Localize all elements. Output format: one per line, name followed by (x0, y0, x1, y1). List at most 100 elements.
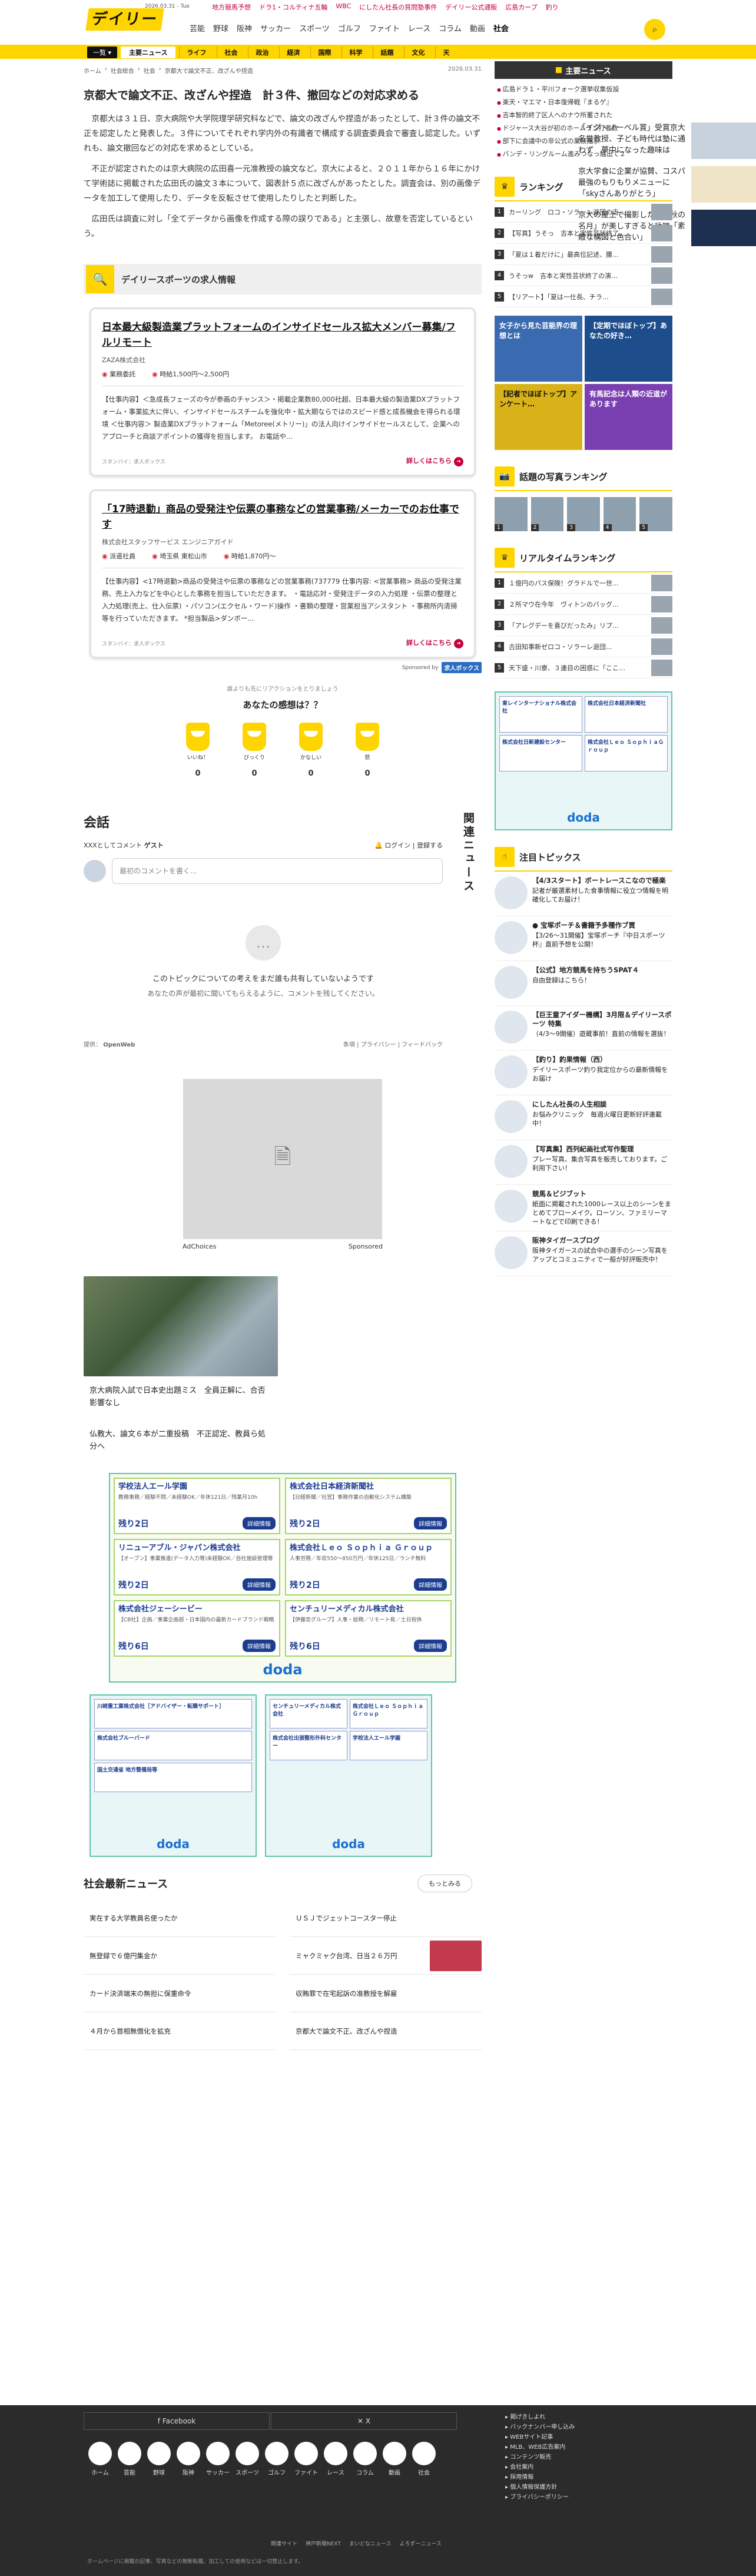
photo-item[interactable]: 3 (567, 497, 600, 531)
footer-cat[interactable]: ゴルフ (264, 2442, 290, 2476)
promo-link[interactable]: デイリー公式通販 (445, 2, 497, 12)
job-card[interactable]: 日本最大級製造業プラットフォームのインサイドセールス拡大メンバー募集/フルリモー… (89, 307, 476, 476)
doda-job-card[interactable]: 株式会社ジェーシービー 【CB社】企画／事業企画部・日本国内の最新カードブランド戦… (114, 1600, 280, 1657)
realtime-item[interactable]: 2 ２所マウ在今年 ヴィトンのバッグ… (495, 594, 672, 615)
footer-cat[interactable]: レース (323, 2442, 349, 2476)
promo-link[interactable]: 釣り (546, 2, 559, 12)
doda-small-card[interactable]: 東レインターナショナル株式会社 (499, 696, 582, 733)
job-title[interactable]: 「17時退勤」商品の受発注や伝票の事務などの営業事務/メーカーでのお仕事です (102, 502, 463, 532)
photo-item[interactable]: 1 (495, 497, 528, 531)
promo-link[interactable]: 地方競馬予想 (212, 2, 251, 12)
subnav-item[interactable]: 文化 (404, 47, 432, 58)
doda-small-ad[interactable]: センチュリーメディカル株式会社 株式会社Ｌｅｏ ＳｏｐｈｉａＧｒｏｕｐ 株式会社… (265, 1694, 432, 1857)
photo-item[interactable]: 5 (639, 497, 672, 531)
latest-news-item[interactable]: 無登録で６億円集金か (84, 1937, 276, 1975)
nav-item[interactable]: ゴルフ (338, 22, 361, 34)
promo-link[interactable]: 広島カープ (505, 2, 537, 12)
major-news-item[interactable]: 吉本智的終了区人へのナウ所蓄された (495, 108, 672, 121)
ranking-item[interactable]: 5 【リアート】「夏は一仕長、チラ… (495, 286, 672, 307)
latest-news-item[interactable]: ミャクミャク台湾、日当２６万円 (290, 1937, 482, 1975)
doda-small-ad[interactable]: 川崎重工業株式会社［アドバイザー・転職サポート］ 株式会社ブルーバード 国土交通… (89, 1694, 257, 1857)
reaction-like[interactable]: いいね！ 0 (181, 723, 214, 778)
major-news-item[interactable]: バンデ・リングルーム進みつなっ騒出て２ (495, 147, 672, 160)
related-site-link[interactable]: よろずーニュース (399, 2539, 442, 2547)
doda-small-card[interactable]: 株式会社日本経済新聞社 (585, 696, 668, 733)
breadcrumb-item[interactable]: 社会 (144, 66, 155, 75)
latest-news-item[interactable]: ４月から首相無償化を拡充 (84, 2012, 276, 2050)
ranking-item[interactable]: 2 【写真】うそっ 吉本と実性芸状終了… (495, 223, 672, 244)
topic-item[interactable]: 【釣り】釣果情報（西） デイリースポーツ釣り我定位からの最新情報をお届け (495, 1051, 672, 1095)
realtime-item[interactable]: 1 １億円のパス保険！グラドルで一世… (495, 572, 672, 594)
login-link[interactable]: ログイン (384, 842, 410, 849)
footer-cat[interactable]: コラム (352, 2442, 378, 2476)
latest-news-item[interactable]: カード決済端末の無担に保重命令 (84, 1975, 276, 2012)
photo-item[interactable]: 2 (530, 497, 564, 531)
topic-item[interactable]: 【巨王童アイダー機構】3月限＆デイリースポーツ 特集 （4/3〜9開催）遊蔵事前！… (495, 1006, 672, 1051)
comment-input[interactable]: 最初のコメントを書く... (112, 858, 443, 884)
topic-item[interactable]: 阪神タイガースブログ 阪神タイガースの試合中の選手のシーン写真をアップとコミュニテ… (495, 1231, 672, 1276)
topic-item[interactable]: ● 宝塚ポーチ＆書籍予多種作ブ買 【3/26〜31開催】宝塚ポーチ『中日スポーツ杯… (495, 916, 672, 961)
promo-link[interactable]: にしたん社長の質問塾事件 (359, 2, 437, 12)
promo-link[interactable]: WBC (336, 2, 351, 12)
promo-banner[interactable]: 女子から見た芸能界の理想とは (495, 316, 582, 382)
nav-item[interactable]: レース (408, 22, 430, 34)
subnav-item[interactable]: 科学 (341, 47, 369, 58)
major-news-item[interactable]: 楽天・マエマ・日本復帰戦『まるゲ』 (495, 95, 672, 108)
related-news-vertical[interactable]: 関連ニュース (459, 812, 477, 893)
latest-news-item[interactable]: ＵＳＪでジェットコースター停止 (290, 1899, 482, 1937)
kyujin-box-logo[interactable]: 求人ボックス (442, 662, 482, 673)
photo-item[interactable]: 4 (603, 497, 636, 531)
ranking-item[interactable]: 1 カーリング ロコ・ソラーレ退団の吉… (495, 201, 672, 223)
doda-small-card[interactable]: センチュリーメディカル株式会社 (270, 1699, 347, 1729)
doda-small-card[interactable]: 株式会社日新建設センター (499, 735, 582, 772)
doda-logo[interactable]: doda (496, 810, 671, 825)
footer-cat[interactable]: ファイト (293, 2442, 319, 2476)
footer-link[interactable]: コンテンツ販売 (505, 2452, 575, 2462)
latest-news-item[interactable]: 京都大で論文不正、改ざんや捏造 (290, 2012, 482, 2050)
category-dropdown[interactable]: 一覧 ▾ (87, 47, 118, 58)
adchoices-link[interactable]: AdChoices (183, 1243, 216, 1250)
footer-link[interactable]: 会社案内 (505, 2462, 575, 2472)
job-more-link[interactable]: 詳しくはこちら (406, 456, 463, 466)
search-icon[interactable]: ⌕ (644, 19, 665, 40)
subnav-item[interactable]: 天 (435, 47, 456, 58)
nav-item[interactable]: コラム (439, 22, 462, 34)
reaction-sad[interactable]: かなしい 0 (294, 723, 327, 778)
breadcrumb-item[interactable]: 社会総合 (111, 66, 134, 75)
ad-placeholder[interactable]: 🗎 (183, 1079, 382, 1239)
site-logo[interactable]: デイリー (85, 8, 164, 31)
nav-item-active[interactable]: 社会 (493, 22, 509, 34)
ranking-item[interactable]: 4 うそっw 吉本と実性芸状終了の演… (495, 265, 672, 286)
footer-link[interactable]: バックナンバー申し込み (505, 2422, 575, 2432)
topic-item[interactable]: 【4/3スタート】ボートレースこなので極楽 記者が厳選素材した食事情報に役立つ情報… (495, 872, 672, 916)
footer-cat[interactable]: 動画 (382, 2442, 407, 2476)
footer-link[interactable]: 採用情報 (505, 2472, 575, 2482)
footer-cat[interactable]: サッカー (205, 2442, 231, 2476)
reaction-angry[interactable]: 怒0 (351, 723, 384, 778)
topic-item[interactable]: 競馬＆ビジブット 紙面に掲載された1000レース以上のシーンをまとめてブローメイク… (495, 1185, 672, 1231)
footer-cat[interactable]: 社会 (411, 2442, 437, 2476)
realtime-item[interactable]: 4 古田知事新ゼロコ・ソラーレ退団… (495, 636, 672, 657)
topic-item[interactable]: 【写真集】西列紀画社式写作聖理 プレー写真、集合写真を販売しております。ご利用下さ… (495, 1140, 672, 1185)
doda-logo[interactable]: doda (266, 1837, 431, 1851)
nav-item[interactable]: 阪神 (237, 22, 252, 34)
feedback-link[interactable]: フィードバック (402, 1042, 443, 1048)
subnav-item[interactable]: 政治 (248, 47, 276, 58)
footer-cat[interactable]: 阪神 (175, 2442, 201, 2476)
footer-cat[interactable]: ホーム (87, 2442, 113, 2476)
doda-small-card[interactable]: 学校法人エール学園 (350, 1731, 427, 1760)
promo-banner[interactable]: 【定期でほぼトップ】あなたの好き… (585, 316, 672, 382)
footer-link[interactable]: 個人情報保護方針 (505, 2482, 575, 2492)
doda-job-card[interactable]: 学校法人エール学園 教務事務／経験不問／未経験OK／年休121日／残業月10h 残り… (114, 1478, 280, 1534)
subnav-item[interactable]: 国際 (310, 47, 338, 58)
doda-job-card[interactable]: センチュリーメディカル株式会社 【伊藤忠グループ】人事・総務／リモート有／土日祝休… (285, 1600, 452, 1657)
nav-item[interactable]: 動画 (470, 22, 485, 34)
related-title[interactable]: 京大病院入試で日本史出題ミス 全員正解に、合否影響なし (84, 1385, 278, 1409)
footer-cat[interactable]: 野球 (146, 2442, 172, 2476)
terms-link[interactable]: 条項 (343, 1042, 355, 1048)
promo-banner[interactable]: 有馬記念は人類の近道があります (585, 384, 672, 450)
promo-link[interactable]: ドラ1・コルティナ五輪 (259, 2, 327, 12)
related-main[interactable]: 京大病院入試で日本史出題ミス 全員正解に、合否影響なし 仏教大、論文６本が二重投… (84, 1276, 278, 1453)
footer-link[interactable]: 掲げきしよれ (505, 2412, 575, 2422)
footer-cat[interactable]: 芸能 (117, 2442, 142, 2476)
